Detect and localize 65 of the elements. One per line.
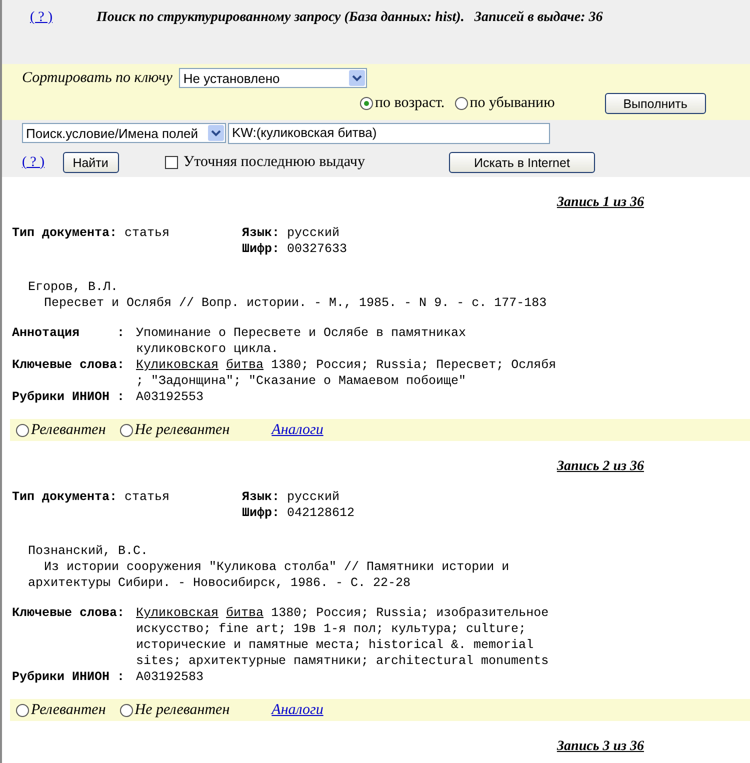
field-value: статья [124,490,170,504]
record-heading: Запись 2 из 36 [556,459,644,475]
radio-label: Релевантен [31,702,106,718]
radio-label: Не релевантен [134,702,230,718]
field-label: Рубрики ИНИОН : [12,669,126,685]
field-value: исторические и памятные места; historical &. memorial [136,638,534,652]
field-label: Тип документа: [12,226,118,240]
radio-button[interactable] [120,704,133,716]
record-count: Записей в выдаче: 36 [474,10,603,26]
field-value: 042128612 [287,505,355,521]
keyword-line: Куликовская битва 1380; Россия; Russia; Пересвет; Ослябя [136,358,556,372]
field-label: Язык: [242,489,280,505]
field-label: Аннотация : [12,325,126,342]
keyword-link[interactable]: Куликовская [136,358,219,372]
page-title: Поиск по структурированному запросу (База данных: hist). [96,10,464,26]
field-value: ; "Задонщина"; "Сказание о Мамаевом побоище" [136,374,466,388]
radio-button[interactable] [454,97,468,110]
field-value: 00327633 [287,241,348,257]
find-button[interactable]: Найти [62,152,119,173]
radio-button[interactable] [16,704,29,716]
citation-line: Из истории сооружения "Куликова столба" // Памятники истории и [43,559,510,575]
citation-line: архитектуры Сибири. - Новосибирск, 1986. - С. 22-28 [27,575,412,591]
field-label: Ключевые слова: [12,357,126,374]
radio-button[interactable] [360,97,373,110]
field-value: русский [287,225,340,241]
radio-label: Не релевантен [134,422,230,438]
analogs-link[interactable]: Аналоги [272,702,324,718]
internet-search-button[interactable]: Искать в Internet [448,152,595,173]
field-value: статья [124,226,170,240]
field-value: Упоминание о Пересвете и Ослябе в памятниках [136,326,466,340]
field-value: куликовского цикла. [136,342,279,356]
keyword-line: Куликовская битва 1380; Россия; Russia; изобразительное [136,606,549,620]
field-value: A03192583 [136,670,204,684]
field-select[interactable]: Поиск.условие/Имена полей [22,123,226,143]
field-label: Ключевые слова: [12,605,126,622]
field-value: sites; архитектурные памятники; architectural monuments [136,654,549,668]
field-value: A03192553 [136,390,204,404]
field-label: Тип документа: [12,490,118,504]
analogs-link[interactable]: Аналоги [272,422,324,438]
field-label: Язык: [242,225,280,241]
run-button[interactable]: Выполнить [604,93,706,114]
radio-button[interactable] [16,424,29,436]
keyword-link[interactable]: Куликовская [136,606,219,620]
field-value: русский [287,489,340,505]
radio-label: по возраст. [375,95,445,112]
record-heading: Запись 1 из 36 [556,195,644,211]
keyword-link[interactable]: битва [226,606,264,620]
author: Егоров, В.Л. [27,279,120,295]
query-field[interactable]: KW:(куликовская битва) [228,123,550,144]
sort-label: Сортировать по ключу [22,70,172,86]
field-value: искусство; fine art; 19в 1-я пол; культура; culture; [136,622,526,636]
help-link[interactable]: ( ? ) [22,154,45,170]
radio-button[interactable] [120,424,133,436]
field-label: Рубрики ИНИОН : [12,389,126,405]
field-label: Шифр: [242,241,280,257]
field-label: Шифр: [242,505,280,521]
keyword-link[interactable]: битва [226,358,264,372]
author: Познанский, В.С. [27,543,150,559]
refine-checkbox[interactable]: Уточняя последнюю выдачу [164,154,365,171]
sort-select[interactable]: Не установлено [179,68,368,88]
radio-label: Релевантен [31,422,106,438]
help-link[interactable]: ( ? ) [30,10,53,26]
record-heading: Запись 3 из 36 [556,739,644,755]
radio-label: по убыванию [470,95,555,112]
citation-line: Пересвет и Ослябя // Вопр. истории. - М., 1985. - N 9. - с. 177-183 [43,295,548,311]
